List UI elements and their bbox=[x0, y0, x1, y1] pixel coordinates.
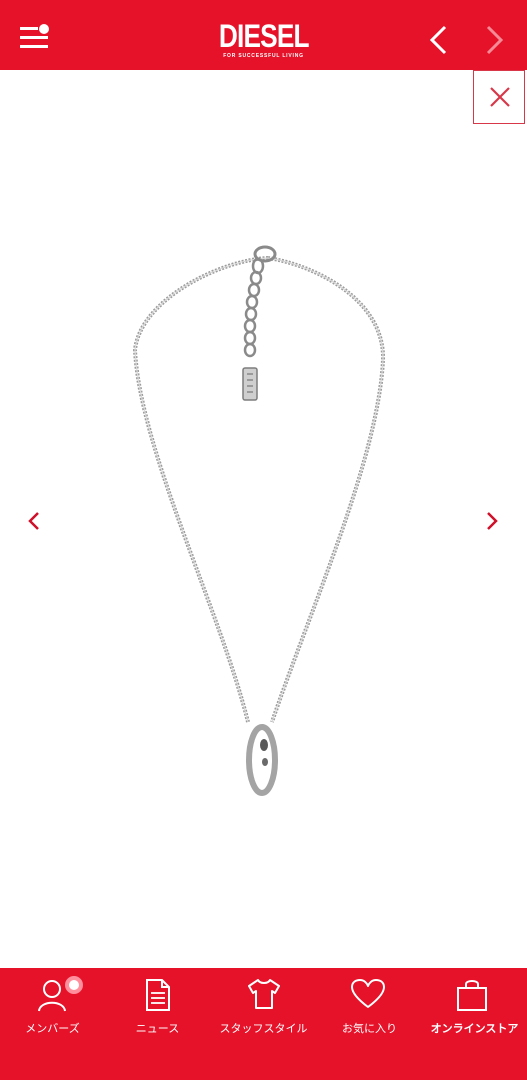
document-icon bbox=[146, 979, 170, 1011]
chevron-right-icon bbox=[486, 25, 504, 55]
close-button[interactable] bbox=[473, 70, 525, 124]
header-prev-button[interactable] bbox=[425, 24, 451, 56]
chevron-left-icon bbox=[429, 25, 447, 55]
necklace-chain bbox=[132, 256, 386, 723]
tab-favorites[interactable]: お気に入り bbox=[317, 968, 422, 1048]
tab-news[interactable]: ニュース bbox=[105, 968, 210, 1048]
app-header: DIESEL FOR SUCCESSFUL LIVING bbox=[0, 0, 527, 70]
shopping-bag-icon bbox=[457, 980, 487, 1011]
tab-online-store[interactable]: オンラインストア bbox=[422, 968, 527, 1048]
ring-pendant bbox=[246, 724, 278, 796]
tab-staff-style-label: スタッフスタイル bbox=[219, 1022, 308, 1035]
close-icon bbox=[490, 87, 510, 107]
tab-online-store-label: オンラインストア bbox=[430, 1022, 519, 1035]
tab-news-label: ニュース bbox=[135, 1022, 180, 1035]
header-next-button[interactable] bbox=[482, 24, 508, 56]
brand-name: DIESEL bbox=[218, 18, 310, 54]
notification-badge bbox=[65, 976, 83, 994]
tshirt-icon bbox=[248, 979, 280, 1009]
tab-members[interactable]: メンバーズ bbox=[0, 968, 105, 1048]
tab-staff-style[interactable]: スタッフスタイル bbox=[210, 968, 317, 1048]
heart-icon bbox=[351, 979, 385, 1008]
tab-members-label: メンバーズ bbox=[25, 1022, 80, 1035]
product-image bbox=[132, 245, 386, 796]
extension-chain bbox=[242, 245, 277, 401]
gallery-prev-button[interactable] bbox=[22, 505, 48, 537]
chevron-left-icon bbox=[28, 512, 39, 530]
tab-favorites-label: お気に入り bbox=[342, 1022, 397, 1035]
bottom-tab-bar: メンバーズ ニュース スタッフスタイル お気に入り オンラインストア bbox=[0, 968, 527, 1080]
gallery-next-button[interactable] bbox=[480, 505, 506, 537]
chevron-right-icon bbox=[487, 512, 498, 530]
